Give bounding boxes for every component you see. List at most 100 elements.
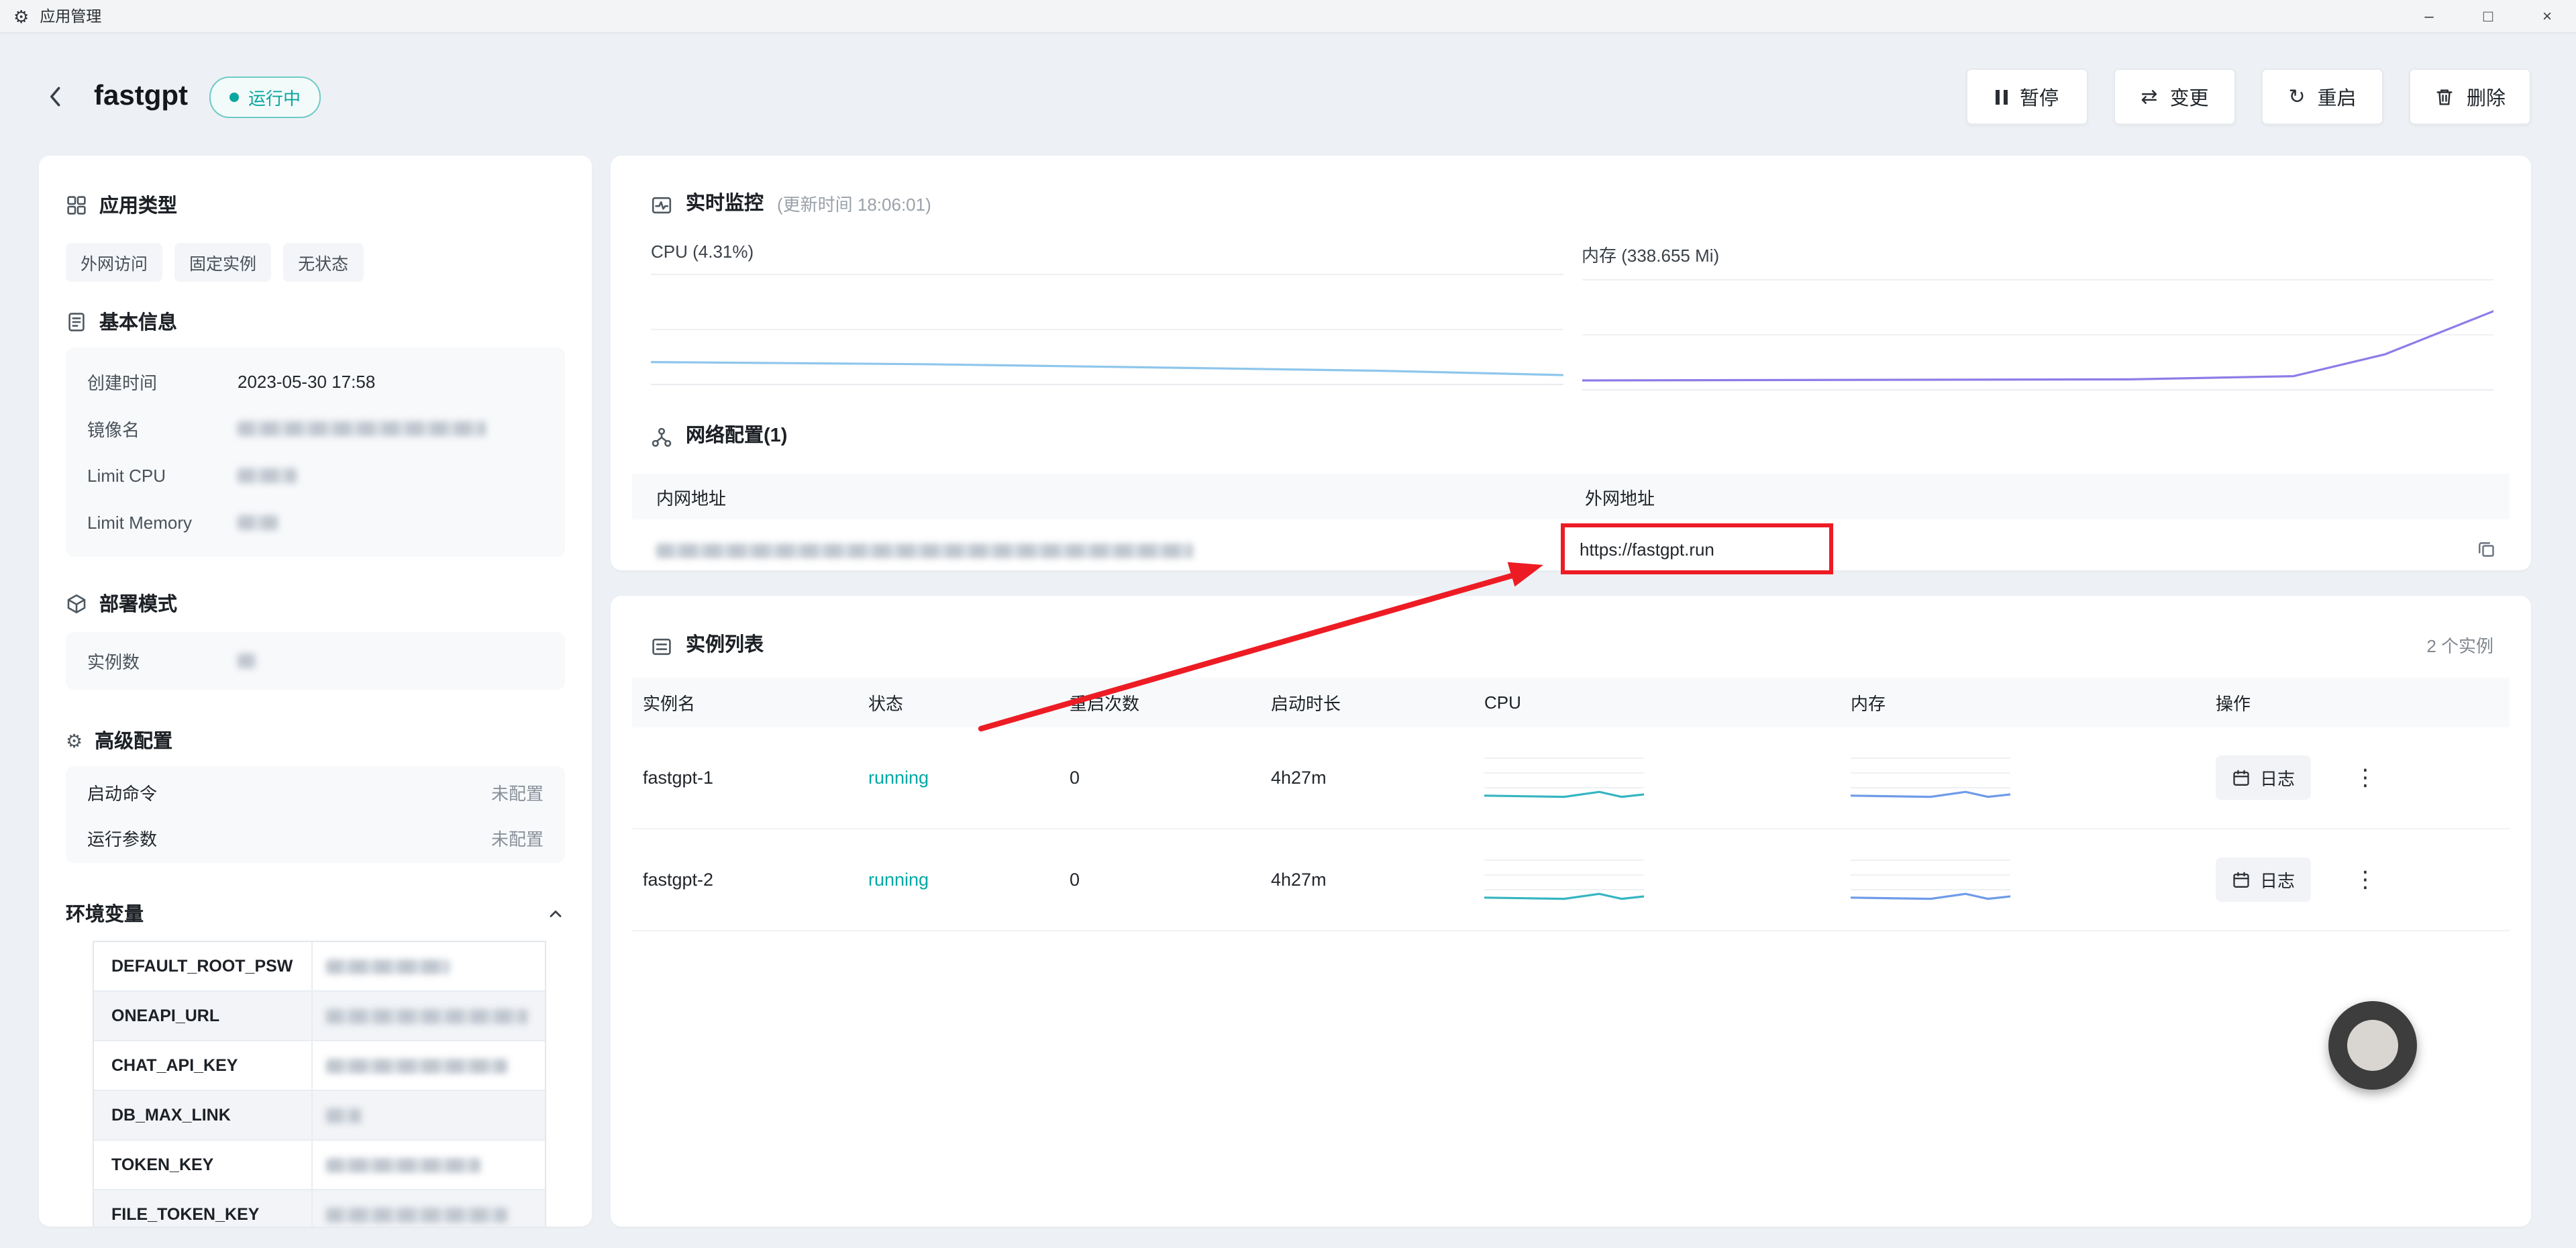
calendar-icon — [2232, 870, 2251, 889]
cursor-highlight-center — [2347, 1020, 2398, 1071]
swap-icon: ⇄ — [2141, 87, 2157, 107]
monitoring-update-time: (更新时间 18:06:01) — [777, 191, 931, 219]
env-key: CHAT_API_KEY — [94, 1056, 311, 1075]
close-button[interactable]: × — [2518, 0, 2576, 32]
tag-stateless: 无状态 — [283, 243, 363, 282]
collapse-env-button[interactable] — [546, 904, 565, 923]
env-key: FILE_TOKEN_KEY — [94, 1205, 311, 1224]
app-type-tags: 外网访问 固定实例 无状态 — [66, 243, 565, 282]
tag-external-access: 外网访问 — [66, 243, 162, 282]
section-basic-info: 基本信息 — [66, 307, 565, 335]
network-table-row: https://fastgpt.run — [632, 519, 2510, 578]
instance-restarts: 0 — [1059, 870, 1260, 890]
network-table-header: 内网地址 外网地址 — [632, 474, 2510, 519]
monitoring-title-row: 实时监控 (更新时间 18:06:01) — [611, 156, 2531, 219]
calendar-icon — [2232, 768, 2251, 787]
row-menu-button[interactable]: ⋮ — [2354, 868, 2377, 891]
page-title: fastgpt — [94, 81, 188, 113]
change-button[interactable]: ⇄ 变更 — [2114, 68, 2236, 125]
env-row: ONEAPI_URL — [94, 990, 545, 1040]
info-row-created: 创建时间 2023-05-30 17:58 — [87, 358, 544, 405]
trash-icon — [2434, 87, 2455, 107]
advanced-config-block: 启动命令 未配置 运行参数 未配置 — [66, 766, 565, 863]
pause-button[interactable]: 暂停 — [1966, 68, 2088, 125]
env-row: DEFAULT_ROOT_PSW — [94, 942, 545, 990]
info-value: 未配置 — [491, 779, 544, 804]
env-row: FILE_TOKEN_KEY — [94, 1189, 545, 1227]
restart-button[interactable]: ↻ 重启 — [2261, 68, 2383, 125]
section-title: 环境变量 — [66, 899, 144, 927]
logs-button[interactable]: 日志 — [2216, 857, 2311, 902]
instance-row: fastgpt-2 running 0 4h27m 日志 ⋮ — [632, 829, 2510, 931]
redacted-value — [238, 468, 297, 483]
col-actions: 操作 — [2205, 690, 2510, 715]
network-icon — [651, 426, 672, 448]
info-label: 启动命令 — [87, 779, 157, 804]
redacted-value — [326, 1058, 507, 1073]
redacted-value — [238, 421, 486, 436]
info-value: 2023-05-30 17:58 — [238, 372, 375, 392]
logs-button[interactable]: 日志 — [2216, 756, 2311, 800]
section-deploy-mode: 部署模式 — [66, 589, 565, 617]
col-status: 状态 — [858, 690, 1059, 715]
instance-uptime: 4h27m — [1260, 870, 1474, 890]
env-vars-header: 环境变量 — [66, 899, 565, 927]
maximize-button[interactable]: □ — [2459, 0, 2518, 32]
info-label: 创建时间 — [87, 369, 238, 395]
info-row-instance-count: 实例数 — [87, 637, 544, 684]
page-header: fastgpt 运行中 暂停 ⇄ 变更 ↻ 重启 — [40, 68, 2531, 125]
list-icon — [651, 635, 672, 657]
monitoring-charts: CPU (4.31%) 内存 (338.655 Mi) — [651, 242, 2493, 391]
redacted-value — [326, 1008, 527, 1023]
instance-status: running — [858, 870, 1059, 890]
cpu-chart-plot — [651, 275, 1563, 385]
network-table: 内网地址 外网地址 https://fastgpt.run — [632, 474, 2510, 578]
cursor-highlight — [2328, 1001, 2417, 1090]
app-detail-sidebar: 应用类型 外网访问 固定实例 无状态 基本信息 创建时间 2023-05-30 … — [39, 156, 592, 1227]
memory-chart-label: 内存 (338.655 Mi) — [1582, 242, 2493, 280]
redacted-value — [326, 1157, 480, 1172]
info-row-run-args: 运行参数 未配置 — [87, 815, 544, 860]
memory-chart-plot — [1582, 280, 2493, 391]
col-cpu: CPU — [1474, 692, 1840, 713]
redacted-value — [326, 959, 450, 974]
deploy-mode-block: 实例数 — [66, 632, 565, 690]
instances-title: 实例列表 — [686, 632, 764, 660]
info-label: Limit CPU — [87, 466, 238, 486]
status-label: 运行中 — [248, 84, 301, 109]
col-uptime: 启动时长 — [1260, 690, 1474, 715]
delete-button[interactable]: 删除 — [2409, 68, 2531, 125]
minimize-button[interactable]: – — [2400, 0, 2459, 32]
env-row: TOKEN_KEY — [94, 1139, 545, 1189]
env-key: ONEAPI_URL — [94, 1006, 311, 1025]
info-label: 运行参数 — [87, 825, 157, 850]
copy-button[interactable] — [2476, 539, 2496, 559]
monitor-icon — [651, 194, 672, 215]
memory-chart: 内存 (338.655 Mi) — [1582, 242, 2493, 391]
section-title: 应用类型 — [99, 191, 177, 219]
redacted-internal-address — [656, 543, 1193, 558]
row-menu-button[interactable]: ⋮ — [2354, 766, 2377, 789]
info-row-start-command: 启动命令 未配置 — [87, 769, 544, 815]
info-row-limit-cpu: Limit CPU — [87, 452, 544, 499]
instance-cpu-sparkline — [1484, 849, 1644, 911]
section-title: 高级配置 — [95, 726, 172, 754]
redacted-value — [238, 654, 256, 668]
redacted-value — [326, 1207, 507, 1222]
back-button[interactable] — [40, 81, 72, 113]
gear-icon: ⚙ — [66, 731, 83, 749]
info-label: Limit Memory — [87, 513, 238, 533]
col-internal-address: 内网地址 — [632, 484, 1561, 509]
info-value: 未配置 — [491, 825, 544, 850]
env-key: TOKEN_KEY — [94, 1155, 311, 1174]
logs-label: 日志 — [2260, 867, 2295, 892]
grid-icon — [66, 194, 87, 215]
instances-count: 2 个实例 — [2426, 632, 2493, 660]
app-gear-icon: ⚙ — [13, 7, 29, 25]
col-memory: 内存 — [1840, 690, 2205, 715]
restart-label: 重启 — [2318, 83, 2357, 111]
restart-icon: ↻ — [2288, 87, 2305, 107]
instances-card: 实例列表 2 个实例 实例名 状态 重启次数 启动时长 CPU 内存 操作 fa… — [611, 596, 2531, 1227]
change-label: 变更 — [2170, 83, 2209, 111]
external-url-link[interactable]: https://fastgpt.run — [1580, 539, 1714, 559]
